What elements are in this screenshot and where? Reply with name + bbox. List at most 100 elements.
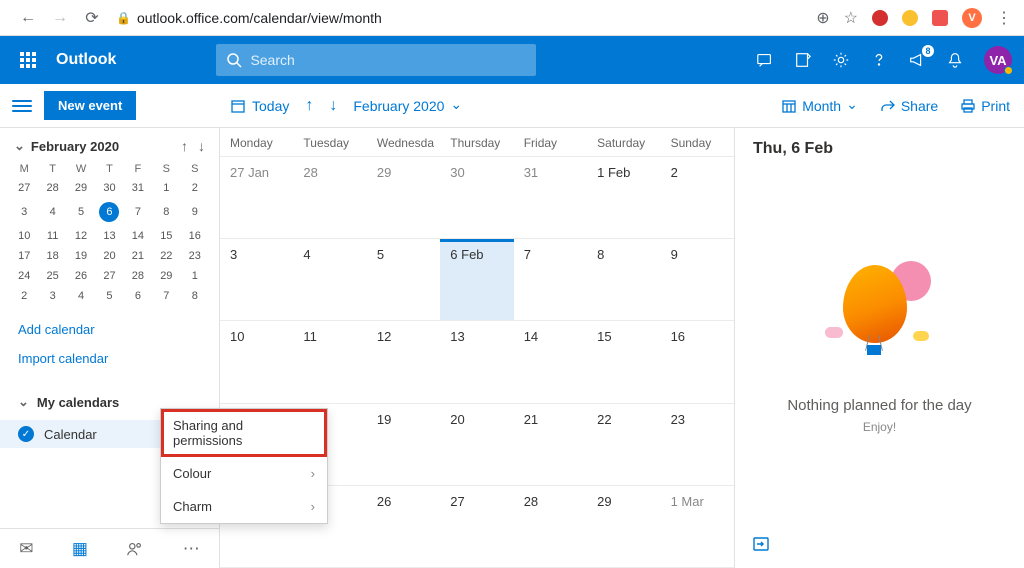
day-cell[interactable]: 20 (440, 404, 513, 485)
mini-cal-day[interactable]: 6 (95, 198, 123, 226)
extension-icon-2[interactable] (902, 10, 918, 26)
day-cell[interactable]: 31 (514, 157, 587, 238)
mini-cal-day[interactable]: 23 (181, 246, 209, 266)
print-button[interactable]: Print (960, 98, 1010, 114)
day-cell[interactable]: 27 Jan (220, 157, 293, 238)
mini-cal-day[interactable]: 27 (95, 266, 123, 286)
import-calendar-link[interactable]: Import calendar (18, 351, 201, 366)
day-cell[interactable]: 26 (367, 486, 440, 567)
day-cell[interactable]: 3 (220, 239, 293, 320)
browser-url-area[interactable]: 🔒 outlook.office.com/calendar/view/month (116, 10, 382, 26)
day-cell[interactable]: 12 (367, 321, 440, 402)
mini-cal-expand-chevron[interactable]: ⌄ (14, 138, 25, 154)
new-event-button[interactable]: New event (44, 91, 136, 120)
day-cell[interactable]: 2 (661, 157, 734, 238)
day-cell[interactable]: 6 Feb (440, 239, 513, 320)
day-cell[interactable]: 4 (293, 239, 366, 320)
mini-cal-day[interactable]: 4 (38, 198, 66, 226)
people-module-icon[interactable] (126, 540, 144, 558)
day-cell[interactable]: 13 (440, 321, 513, 402)
mini-cal-day[interactable]: 17 (10, 246, 38, 266)
chrome-profile-avatar[interactable]: V (962, 8, 982, 28)
browser-back[interactable]: ← (16, 9, 40, 27)
mini-cal-day[interactable]: 1 (181, 266, 209, 286)
day-cell[interactable]: 30 (440, 157, 513, 238)
mini-cal-day[interactable]: 1 (152, 178, 180, 198)
menu-charm[interactable]: Charm › (161, 490, 327, 523)
settings-gear-icon[interactable] (832, 51, 850, 69)
mini-cal-day[interactable]: 29 (67, 178, 95, 198)
day-cell[interactable]: 28 (293, 157, 366, 238)
mini-cal-day[interactable]: 13 (95, 226, 123, 246)
mini-cal-day[interactable]: 16 (181, 226, 209, 246)
notes-icon[interactable] (794, 51, 812, 69)
mail-module-icon[interactable]: ✉ (19, 539, 33, 559)
mini-cal-day[interactable]: 2 (10, 286, 38, 306)
day-cell[interactable]: 1 Mar (661, 486, 734, 567)
mini-cal-day[interactable]: 24 (10, 266, 38, 286)
mini-cal-day[interactable]: 30 (95, 178, 123, 198)
extension-icon-1[interactable] (872, 10, 888, 26)
mini-cal-day[interactable]: 3 (10, 198, 38, 226)
mini-cal-prev[interactable]: ↑ (181, 138, 188, 154)
mini-cal-day[interactable]: 10 (10, 226, 38, 246)
mini-cal-day[interactable]: 22 (152, 246, 180, 266)
extension-icon-3[interactable] (932, 10, 948, 26)
mini-cal-day[interactable]: 18 (38, 246, 66, 266)
browser-reload[interactable]: ⟳ (80, 8, 104, 28)
mini-cal-day[interactable]: 15 (152, 226, 180, 246)
mini-cal-day[interactable]: 6 (124, 286, 152, 306)
add-calendar-link[interactable]: Add calendar (18, 322, 201, 337)
today-button[interactable]: Today (230, 98, 289, 114)
mini-cal-day[interactable]: 31 (124, 178, 152, 198)
day-cell[interactable]: 11 (293, 321, 366, 402)
day-cell[interactable]: 27 (440, 486, 513, 567)
view-switcher[interactable]: Month ⌄ (781, 97, 858, 114)
mini-cal-day[interactable]: 12 (67, 226, 95, 246)
day-cell[interactable]: 1 Feb (587, 157, 660, 238)
mini-cal-day[interactable]: 4 (67, 286, 95, 306)
mini-cal-day[interactable]: 7 (152, 286, 180, 306)
open-in-new-icon[interactable] (753, 537, 769, 551)
day-cell[interactable]: 7 (514, 239, 587, 320)
mini-cal-day[interactable]: 8 (181, 286, 209, 306)
day-cell[interactable]: 22 (587, 404, 660, 485)
day-cell[interactable]: 16 (661, 321, 734, 402)
next-period-button[interactable]: ↓ (329, 97, 337, 115)
mini-cal-day[interactable]: 5 (95, 286, 123, 306)
mini-cal-day[interactable]: 26 (67, 266, 95, 286)
mini-cal-day[interactable]: 7 (124, 198, 152, 226)
browser-forward[interactable]: → (48, 9, 72, 27)
day-cell[interactable]: 19 (367, 404, 440, 485)
search-input[interactable] (250, 52, 526, 68)
day-cell[interactable]: 14 (514, 321, 587, 402)
search-box[interactable] (216, 44, 536, 76)
day-cell[interactable]: 28 (514, 486, 587, 567)
day-cell[interactable]: 8 (587, 239, 660, 320)
mini-cal-day[interactable]: 28 (124, 266, 152, 286)
nav-toggle-hamburger[interactable] (12, 100, 32, 112)
prev-period-button[interactable]: ↑ (305, 97, 313, 115)
month-picker[interactable]: February 2020 ⌄ (353, 97, 462, 114)
mini-cal-day[interactable]: 3 (38, 286, 66, 306)
bookmark-star-icon[interactable]: ☆ (844, 8, 858, 28)
day-cell[interactable]: 29 (367, 157, 440, 238)
mini-cal-day[interactable]: 8 (152, 198, 180, 226)
mini-cal-day[interactable]: 20 (95, 246, 123, 266)
mini-cal-day[interactable]: 9 (181, 198, 209, 226)
mini-cal-day[interactable]: 19 (67, 246, 95, 266)
chat-icon[interactable] (756, 51, 774, 69)
app-launcher-waffle[interactable] (12, 44, 44, 76)
mini-cal-day[interactable]: 21 (124, 246, 152, 266)
mini-cal-day[interactable]: 27 (10, 178, 38, 198)
share-button[interactable]: Share (880, 98, 938, 114)
day-cell[interactable]: 5 (367, 239, 440, 320)
mini-cal-day[interactable]: 5 (67, 198, 95, 226)
day-cell[interactable]: 21 (514, 404, 587, 485)
day-cell[interactable]: 23 (661, 404, 734, 485)
day-cell[interactable]: 29 (587, 486, 660, 567)
day-cell[interactable]: 9 (661, 239, 734, 320)
mini-calendar[interactable]: MTWTFSS272829303112345678910111213141516… (0, 160, 219, 306)
profile-avatar[interactable]: VA (984, 46, 1012, 74)
mini-cal-day[interactable]: 2 (181, 178, 209, 198)
